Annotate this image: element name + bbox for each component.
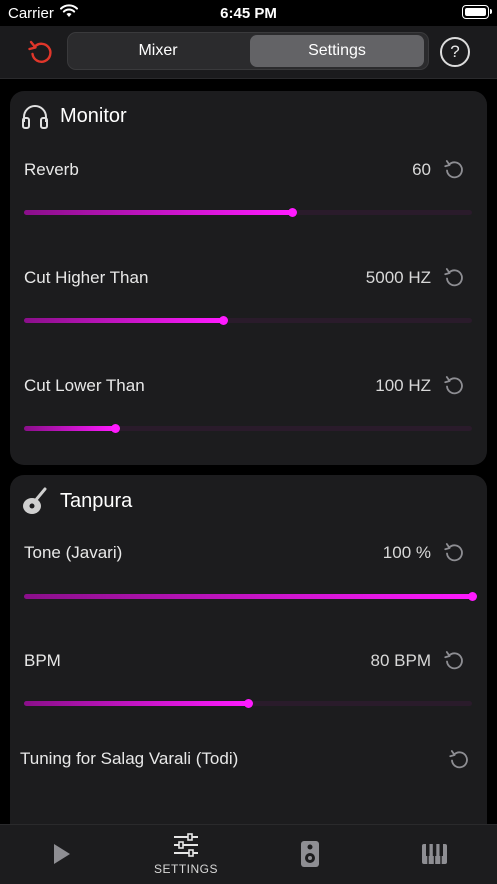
tanpura-title: Tanpura [60, 490, 133, 512]
bpm-value: 80 BPM [370, 651, 431, 670]
status-bar: Carrier 6:45 PM [0, 0, 497, 26]
monitor-card: Monitor Reverb 60 Cut Higher Than 5000 H… [10, 91, 487, 465]
sliders-icon [174, 833, 198, 857]
tone-label: Tone (Javari) [24, 543, 123, 562]
speaker-icon [301, 841, 319, 867]
headphones-icon [22, 105, 48, 129]
cut-higher-reset-icon[interactable] [443, 266, 465, 288]
cut-higher-value: 5000 HZ [365, 268, 431, 287]
cut-lower-slider[interactable] [24, 423, 472, 433]
mode-segmented-control: Mixer Settings [67, 32, 429, 70]
tanpura-icon [23, 487, 47, 514]
reverb-slider[interactable] [24, 207, 472, 217]
tab-settings-label: SETTINGS [153, 862, 218, 876]
tab-settings[interactable]: SETTINGS [124, 825, 248, 884]
tab-speaker[interactable] [248, 825, 372, 884]
cut-lower-label: Cut Lower Than [24, 376, 145, 395]
undo-icon[interactable] [26, 37, 56, 67]
bpm-slider[interactable] [24, 698, 472, 708]
cut-higher-label: Cut Higher Than [24, 268, 149, 287]
tuning-reset-icon[interactable] [448, 748, 470, 770]
battery-icon [462, 5, 492, 19]
play-icon [54, 844, 70, 864]
reverb-label: Reverb [24, 160, 79, 179]
help-button[interactable]: ? [440, 37, 470, 67]
clock: 6:45 PM [220, 5, 277, 22]
segment-settings[interactable]: Settings [250, 35, 424, 67]
reverb-reset-icon[interactable] [443, 158, 465, 180]
tone-reset-icon[interactable] [443, 541, 465, 563]
bpm-reset-icon[interactable] [443, 649, 465, 671]
tone-value: 100 % [382, 543, 431, 562]
cut-lower-value: 100 HZ [375, 376, 431, 395]
bpm-label: BPM [24, 651, 61, 670]
tanpura-card: Tanpura Tone (Javari) 100 % BPM 80 BPM T… [10, 475, 487, 855]
nav-bar: Mixer Settings ? [0, 26, 497, 79]
reverb-value: 60 [412, 160, 431, 179]
cut-lower-reset-icon[interactable] [443, 374, 465, 396]
tone-slider[interactable] [24, 591, 477, 601]
cut-higher-slider[interactable] [24, 315, 472, 325]
tab-piano[interactable] [372, 825, 496, 884]
monitor-title: Monitor [60, 105, 127, 127]
tuning-label: Tuning for Salag Varali (Todi) [20, 749, 239, 768]
segment-mixer[interactable]: Mixer [70, 35, 246, 67]
tab-play[interactable] [0, 825, 124, 884]
tab-bar: SETTINGS [0, 824, 497, 884]
piano-icon [422, 844, 447, 864]
